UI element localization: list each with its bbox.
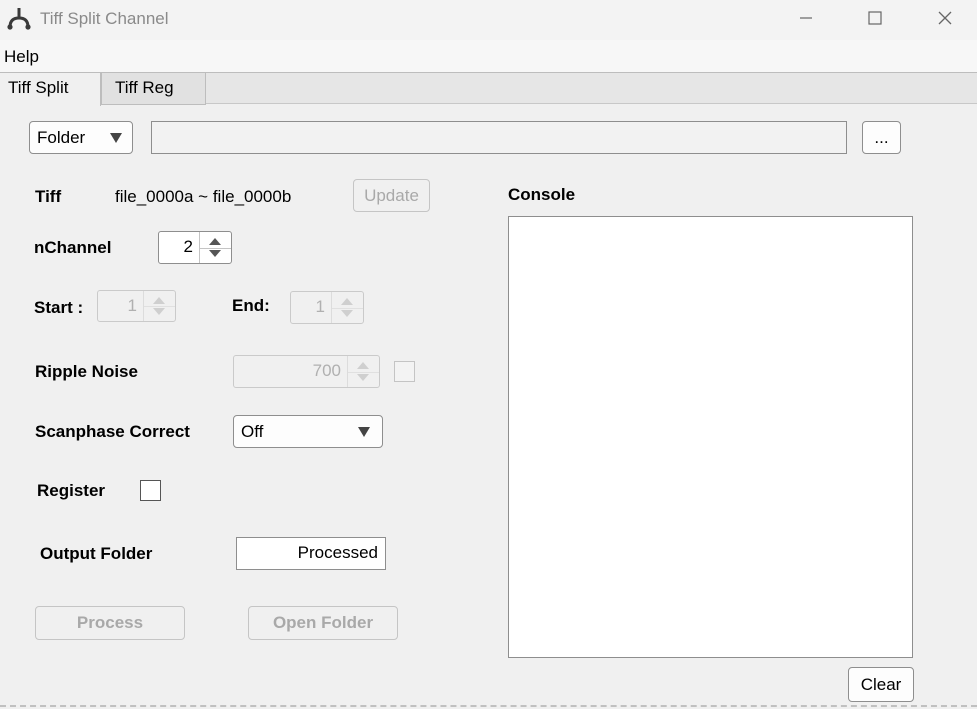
end-arrows[interactable]: [331, 292, 363, 323]
maximize-button[interactable]: [845, 0, 905, 36]
close-icon: [938, 11, 952, 25]
ripple-noise-checkbox[interactable]: [394, 361, 415, 382]
register-label: Register: [37, 481, 106, 500]
increment-icon[interactable]: [153, 297, 165, 304]
path-input[interactable]: [151, 121, 847, 154]
nchannel-value: 2: [183, 237, 193, 256]
menu-help[interactable]: Help: [4, 47, 39, 67]
register-checkbox[interactable]: [140, 480, 161, 501]
console-label: Console: [508, 185, 576, 204]
nchannel-spinner[interactable]: 2: [158, 231, 232, 264]
start-label: Start :: [34, 298, 84, 317]
update-button[interactable]: Update: [353, 179, 430, 212]
ripple-noise-value: 700: [312, 361, 341, 380]
tiff-label: Tiff: [35, 187, 62, 206]
tab-tiff-reg[interactable]: Tiff Reg: [101, 72, 206, 105]
end-value: 1: [315, 297, 325, 316]
start-spinner[interactable]: 1: [97, 290, 176, 322]
decrement-icon[interactable]: [357, 374, 369, 381]
increment-icon[interactable]: [209, 238, 221, 245]
menu-bar: Help: [0, 40, 977, 72]
start-arrows[interactable]: [143, 291, 175, 321]
window-title: Tiff Split Channel: [40, 9, 169, 28]
nchannel-label: nChannel: [34, 238, 112, 257]
end-label: End:: [232, 296, 270, 315]
source-type-dropdown[interactable]: Folder: [29, 121, 133, 154]
ripple-noise-spinner[interactable]: 700: [233, 355, 380, 388]
open-folder-button[interactable]: Open Folder: [248, 606, 398, 640]
decrement-icon[interactable]: [341, 310, 353, 317]
source-type-value: Folder: [37, 128, 86, 147]
tab-strip: Tiff Split Tiff Reg: [0, 72, 977, 106]
ripple-noise-label: Ripple Noise: [35, 362, 138, 381]
increment-icon[interactable]: [357, 362, 369, 369]
close-button[interactable]: [915, 0, 975, 36]
console-output[interactable]: [508, 216, 913, 658]
title-bar: Tiff Split Channel: [0, 0, 977, 40]
increment-icon[interactable]: [341, 298, 353, 305]
app-logo-icon: [7, 8, 31, 30]
chevron-down-icon: [110, 133, 122, 143]
tiff-range-value: file_0000a ~ file_0000b: [115, 187, 292, 206]
decrement-icon[interactable]: [153, 308, 165, 315]
scanphase-value: Off: [241, 422, 264, 441]
ripple-noise-arrows[interactable]: [347, 356, 379, 387]
output-folder-field[interactable]: Processed: [236, 537, 386, 570]
nchannel-arrows[interactable]: [199, 232, 231, 263]
browse-button[interactable]: ...: [862, 121, 901, 154]
clear-button[interactable]: Clear: [848, 667, 914, 702]
chevron-down-icon: [358, 427, 370, 437]
tab-tiff-split[interactable]: Tiff Split: [0, 72, 101, 106]
maximize-icon: [868, 11, 882, 25]
output-folder-label: Output Folder: [40, 544, 153, 563]
decrement-icon[interactable]: [209, 250, 221, 257]
scanphase-dropdown[interactable]: Off: [233, 415, 383, 448]
end-spinner[interactable]: 1: [290, 291, 364, 324]
bottom-divider: [0, 705, 977, 707]
start-value: 1: [127, 296, 137, 315]
process-button[interactable]: Process: [35, 606, 185, 640]
minimize-icon: [800, 17, 812, 19]
scanphase-label: Scanphase Correct: [35, 422, 190, 441]
minimize-button[interactable]: [776, 0, 836, 36]
